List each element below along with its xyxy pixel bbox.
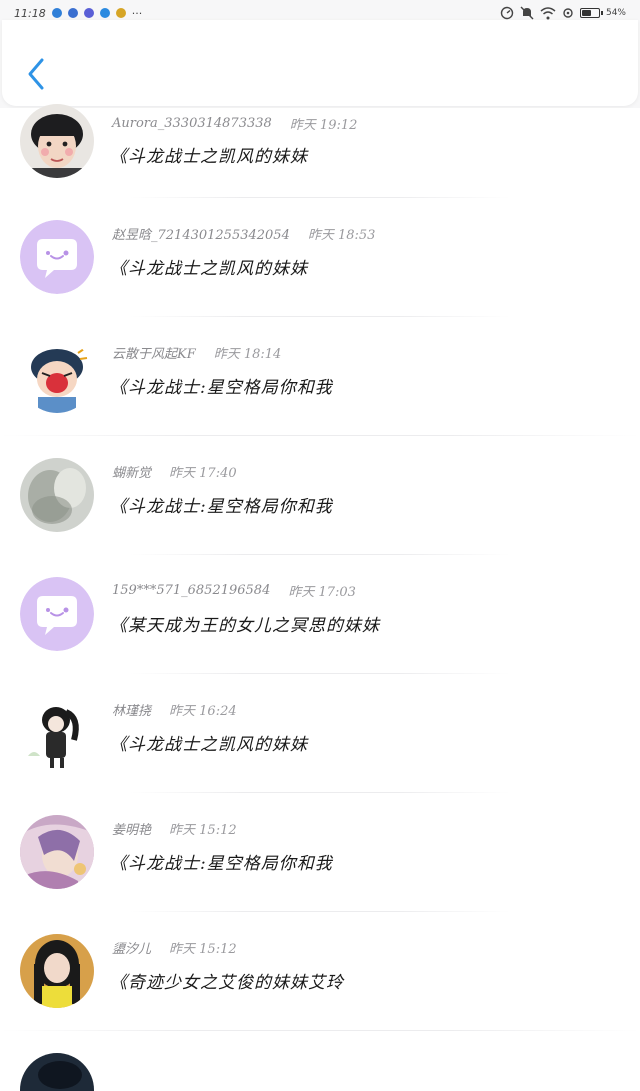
item-meta: 159***571_6852196584 昨天 17:03 [112,579,356,601]
username[interactable]: 159***571_6852196584 [112,583,270,598]
username[interactable]: Aurora_3330314873338 [112,116,272,131]
item-meta: 赵昱晗_7214301255342054 昨天 18:53 [112,222,375,244]
user-photo-icon [20,934,94,1008]
item-meta: 姜明艳 昨天 15:12 [112,817,237,839]
chevron-left-icon [28,58,44,90]
cartoon-avatar-icon [20,339,94,413]
app-notification-icon [51,8,62,18]
list-item[interactable]: 赵昱晗_7214301255342054 昨天 18:53 《斗龙战士之凯风的妹… [0,198,640,317]
avatar[interactable] [20,458,94,532]
battery-icon [579,8,603,18]
book-title[interactable]: 《斗龙战士:星空格局你和我 [110,849,333,874]
list-item[interactable] [0,1031,640,1091]
avatar[interactable] [20,934,94,1008]
app-notification-icon [99,8,110,18]
battery-percent: 54% [605,8,626,18]
timestamp: 昨天 18:14 [213,346,282,362]
default-chat-avatar-icon [20,220,94,294]
timestamp: 昨天 17:40 [169,465,237,481]
timestamp: 昨天 15:12 [169,822,237,838]
clock: 11:18 [14,6,46,20]
blurred-photo-icon [20,458,94,532]
avatar[interactable] [20,696,94,770]
username[interactable]: 盨汐儿 [112,938,151,957]
more-notifications-icon: ··· [131,6,143,20]
status-bar-left: 11:18 ··· [14,7,142,20]
status-bar-right: 54% [500,6,626,20]
app-notification-icon [83,8,94,18]
avatar[interactable] [20,1053,94,1091]
avatar[interactable] [20,104,94,178]
top-navigation-bar [2,20,638,106]
anime-avatar-icon [20,815,94,889]
user-photo-icon [20,104,94,178]
username[interactable]: 赵昱晗_7214301255342054 [112,224,290,243]
list-item[interactable]: 云散于风起KF 昨天 18:14 《斗龙战士:星空格局你和我 [0,317,640,436]
timestamp: 昨天 17:03 [288,584,356,600]
cartoon-girl-icon [20,696,94,770]
item-meta: 林瑾挠 昨天 16:24 [112,698,237,720]
username[interactable]: 姜明艳 [112,819,151,838]
avatar[interactable] [20,577,94,651]
reader-list: Aurora_3330314873338 昨天 19:12 《斗龙战士之凯风的妹… [0,104,640,1091]
app-notification-icon [67,8,78,18]
list-item[interactable]: 盨汐儿 昨天 15:12 《奇迹少女之艾俊的妹妹艾玲 [0,912,640,1031]
timestamp: 昨天 15:12 [169,941,237,957]
default-chat-avatar-icon [20,577,94,651]
username[interactable]: 蝴新觉 [112,462,151,481]
book-title[interactable]: 《斗龙战士之凯风的妹妹 [110,730,308,755]
username[interactable]: 林瑾挠 [112,700,151,719]
item-meta: 云散于风起KF 昨天 18:14 [112,341,281,363]
item-meta: Aurora_3330314873338 昨天 19:12 [112,112,357,134]
book-title[interactable]: 《奇迹少女之艾俊的妹妹艾玲 [110,968,344,993]
book-title[interactable]: 《某天成为王的女儿之冥思的妹妹 [110,611,380,636]
app-notification-icon [115,8,126,18]
timestamp: 昨天 16:24 [169,703,237,719]
avatar[interactable] [20,220,94,294]
item-meta: 蝴新觉 昨天 17:40 [112,460,237,482]
settings-icon [562,7,574,19]
mute-icon [520,6,534,20]
back-button[interactable] [20,54,52,94]
book-title[interactable]: 《斗龙战士之凯风的妹妹 [110,142,308,167]
item-meta: 盨汐儿 昨天 15:12 [112,936,237,958]
user-photo-icon [20,1053,94,1091]
list-item[interactable]: Aurora_3330314873338 昨天 19:12 《斗龙战士之凯风的妹… [0,104,640,198]
book-title[interactable]: 《斗龙战士:星空格局你和我 [110,492,333,517]
list-item[interactable]: 蝴新觉 昨天 17:40 《斗龙战士:星空格局你和我 [0,436,640,555]
book-title[interactable]: 《斗龙战士之凯风的妹妹 [110,254,308,279]
timestamp: 昨天 18:53 [307,227,376,243]
avatar[interactable] [20,815,94,889]
wifi-icon [540,6,556,20]
timestamp: 昨天 19:12 [289,117,358,133]
book-title[interactable]: 《斗龙战士:星空格局你和我 [110,373,333,398]
username[interactable]: 云散于风起KF [112,343,196,362]
list-item[interactable]: 林瑾挠 昨天 16:24 《斗龙战士之凯风的妹妹 [0,674,640,793]
speed-icon [500,6,514,20]
avatar[interactable] [20,339,94,413]
list-item[interactable]: 姜明艳 昨天 15:12 《斗龙战士:星空格局你和我 [0,793,640,912]
list-item[interactable]: 159***571_6852196584 昨天 17:03 《某天成为王的女儿之… [0,555,640,674]
